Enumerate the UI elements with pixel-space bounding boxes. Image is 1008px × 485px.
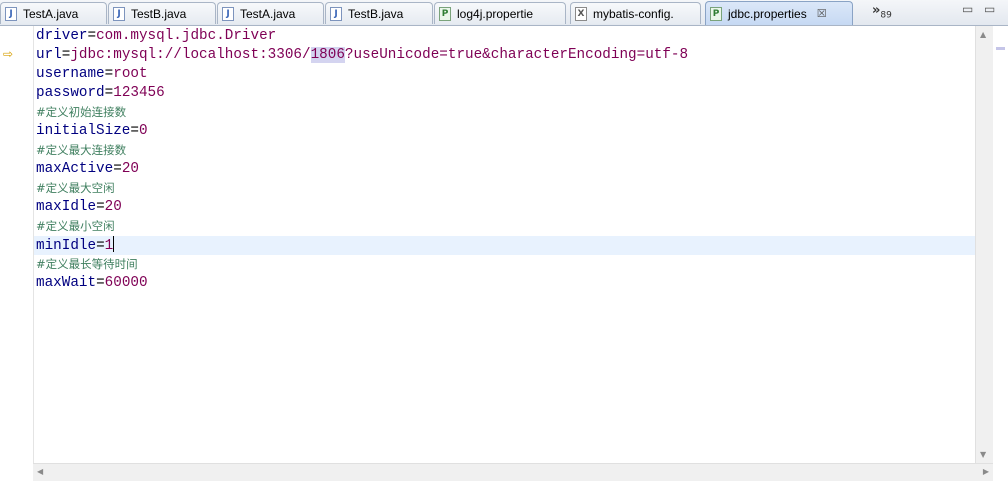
property-value: root — [113, 66, 148, 82]
editor-text-area[interactable]: driver=com.mysql.jdbc.Driver url=jdbc:mys… — [34, 26, 975, 463]
overflow-count: 89 — [880, 10, 892, 21]
scroll-left-arrow-icon[interactable]: ◀ — [37, 467, 43, 476]
property-line[interactable]: initialSize=0 — [34, 122, 975, 141]
property-value: 123456 — [113, 85, 165, 101]
property-key: driver — [36, 28, 88, 44]
minimize-icon[interactable]: ▭ — [962, 2, 973, 16]
tab-testb-java[interactable]: J TestB.java — [325, 2, 433, 24]
property-value: com.mysql.jdbc.Driver — [96, 28, 277, 44]
tab-label: TestA.java — [240, 6, 296, 21]
property-line[interactable]: maxActive=20 — [34, 160, 975, 179]
highlighted-occurrence: 1806 — [310, 47, 345, 63]
scroll-up-arrow-icon[interactable]: ▲ — [980, 30, 986, 39]
property-line[interactable]: maxWait=60000 — [34, 274, 975, 293]
tab-jdbc-properties[interactable]: Pjdbc.properties ☒ — [705, 1, 853, 25]
tab-testa-java[interactable]: J TestA.java — [0, 2, 107, 24]
property-value: 60000 — [104, 275, 148, 291]
tab-testb-java[interactable]: J TestB.java — [108, 2, 216, 24]
property-line[interactable]: driver=com.mysql.jdbc.Driver — [34, 27, 975, 46]
tab-log4j-propertie[interactable]: Plog4j.propertie — [434, 2, 566, 24]
tab-label: TestB.java — [348, 6, 404, 21]
property-key: maxWait — [36, 275, 97, 291]
xml-file-icon: X — [575, 6, 587, 21]
equals-sign: = — [104, 66, 114, 82]
overview-ruler[interactable] — [993, 26, 1008, 485]
property-key: username — [36, 66, 105, 82]
comment-text: #定义最大连接数 — [36, 143, 127, 157]
equals-sign: = — [130, 123, 139, 139]
tab-label: TestB.java — [131, 6, 187, 21]
tab-label: mybatis-config. — [593, 6, 674, 21]
property-value: 1 — [104, 238, 114, 254]
property-value: ?useUnicode=true&characterEncoding=utf-8 — [344, 47, 689, 63]
equals-sign: = — [113, 161, 122, 177]
property-key: url — [36, 47, 62, 63]
vertical-ruler: ⇨ — [0, 26, 34, 463]
equals-sign: = — [104, 85, 114, 101]
comment-text: #定义最小空闲 — [36, 219, 115, 233]
vertical-scrollbar[interactable]: ▲ ▼ — [975, 26, 993, 463]
tab-label: TestA.java — [23, 6, 79, 21]
comment-text: #定义初始连接数 — [36, 105, 127, 119]
property-value: jdbc:mysql://localhost:3306/ — [70, 47, 311, 63]
tab-label: jdbc.properties — [728, 6, 807, 21]
java-file-icon: J — [222, 6, 234, 21]
text-cursor — [113, 236, 115, 252]
equals-sign: = — [96, 238, 105, 254]
properties-file-icon: P — [710, 6, 722, 21]
occurrence-marker[interactable] — [996, 47, 1005, 50]
property-value: 20 — [121, 161, 139, 177]
comment-line[interactable]: #定义最小空闲 — [34, 217, 975, 236]
text-editor: ⇨ driver=com.mysql.jdbc.Driver url=jdbc:m… — [0, 26, 1008, 485]
property-line[interactable]: password=123456 — [34, 84, 975, 103]
comment-line[interactable]: #定义初始连接数 — [34, 103, 975, 122]
property-key: maxActive — [36, 161, 114, 177]
equals-sign: = — [96, 199, 105, 215]
comment-line[interactable]: #定义最长等待时间 — [34, 255, 975, 274]
equals-sign: = — [87, 28, 97, 44]
scroll-down-arrow-icon[interactable]: ▼ — [980, 450, 986, 459]
editor-tab-bar: J TestA.java J TestB.java J TestA.java J TestB.… — [0, 0, 1008, 26]
property-line[interactable]: minIdle=1 — [34, 236, 975, 255]
tab-mybatis-config[interactable]: Xmybatis-config. — [570, 2, 701, 24]
tab-overflow-button[interactable]: »89 — [872, 3, 892, 21]
property-key: maxIdle — [36, 199, 97, 215]
property-line[interactable]: username=root — [34, 65, 975, 84]
property-key: minIdle — [36, 238, 97, 254]
property-value: 20 — [104, 199, 122, 215]
property-line[interactable]: url=jdbc:mysql://localhost:3306/1806?use… — [34, 46, 975, 65]
java-file-icon: J — [5, 6, 17, 21]
property-key: initialSize — [36, 123, 131, 139]
comment-text: #定义最大空闲 — [36, 181, 115, 195]
property-line[interactable]: maxIdle=20 — [34, 198, 975, 217]
debug-arrow-marker-icon[interactable]: ⇨ — [3, 47, 13, 61]
java-file-icon: J — [330, 6, 342, 21]
property-value: 0 — [138, 123, 148, 139]
property-key: password — [36, 85, 105, 101]
horizontal-scrollbar[interactable]: ◀ ▶ — [33, 463, 993, 481]
tab-testa-java[interactable]: J TestA.java — [217, 2, 324, 24]
comment-text: #定义最长等待时间 — [36, 257, 138, 271]
comment-line[interactable]: #定义最大空闲 — [34, 179, 975, 198]
java-file-icon: J — [113, 6, 125, 21]
properties-file-icon: P — [439, 6, 451, 21]
comment-line[interactable]: #定义最大连接数 — [34, 141, 975, 160]
maximize-icon[interactable]: ▭ — [984, 2, 995, 16]
equals-sign: = — [96, 275, 105, 291]
scroll-right-arrow-icon[interactable]: ▶ — [983, 467, 989, 476]
close-icon[interactable]: ☒ — [817, 7, 827, 20]
tab-label: log4j.propertie — [457, 6, 534, 21]
